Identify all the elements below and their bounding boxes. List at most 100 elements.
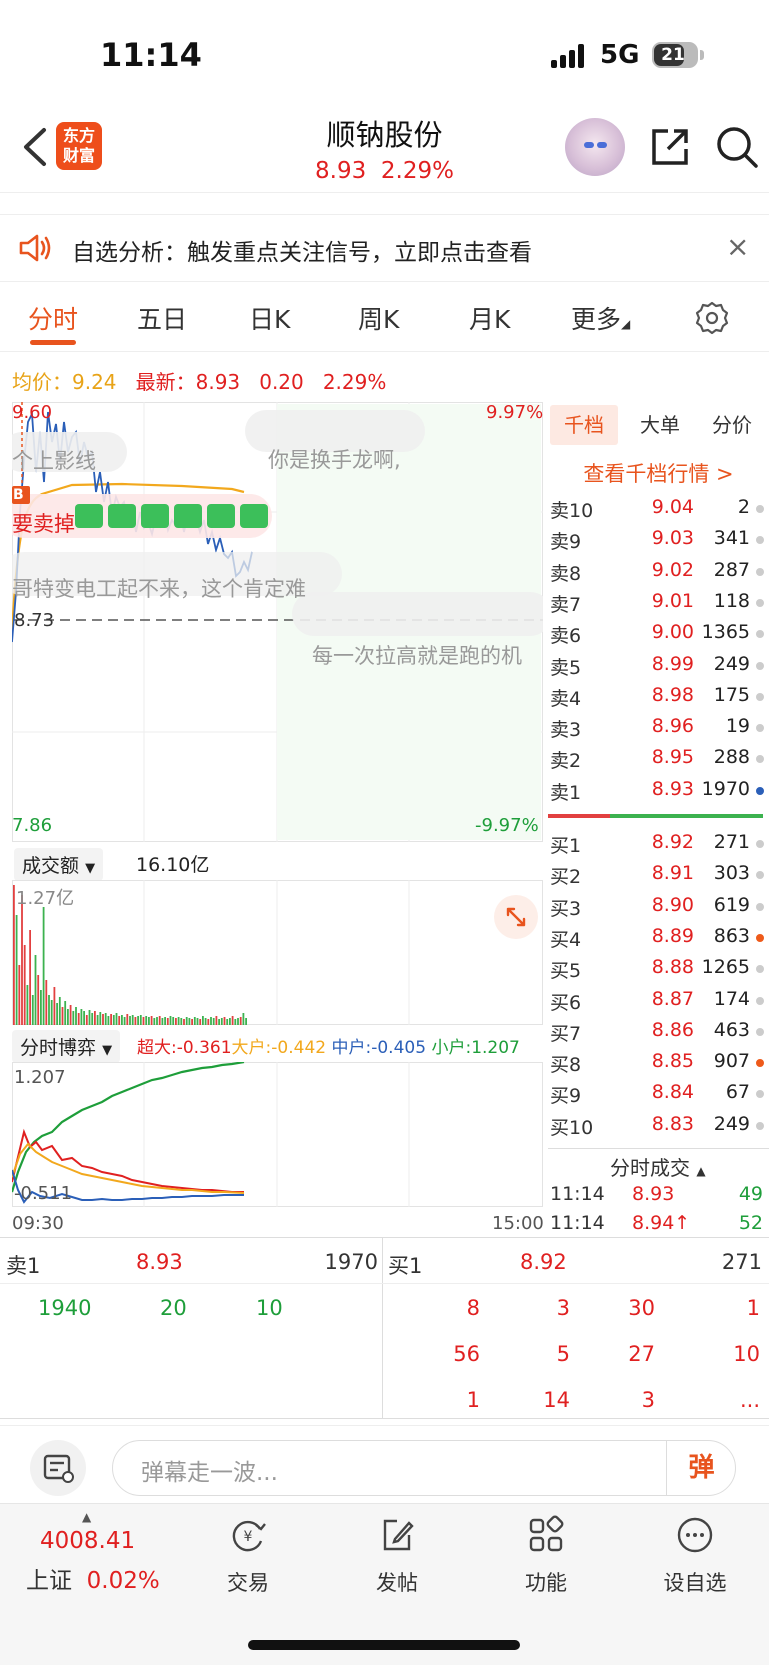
volume-bar: [94, 1011, 96, 1025]
ob-tab-levels[interactable]: 千档: [550, 405, 618, 445]
bid-volume: 174: [713, 987, 750, 1010]
ask-volume: 118: [713, 589, 750, 612]
volume-bar: [234, 1019, 237, 1025]
volume-bar: [193, 1017, 196, 1025]
bid-price: 8.89: [651, 924, 694, 947]
danmu-input[interactable]: 弹幕走一波...: [112, 1440, 736, 1496]
bid-row[interactable]: 买2 8.91 303: [550, 858, 765, 889]
nav-add-watchlist[interactable]: 设自选: [655, 1515, 735, 1597]
bid-row[interactable]: 买5 8.88 1265: [550, 952, 765, 983]
danmu-toggle-button[interactable]: 弹: [666, 1440, 736, 1496]
index-value[interactable]: 4008.41: [40, 1528, 135, 1554]
ask-row[interactable]: 卖4 8.98 175: [550, 680, 765, 711]
view-depth-link[interactable]: 查看千档行情 >: [548, 458, 769, 488]
volume-bar: [88, 1010, 91, 1025]
expand-chart-button[interactable]: [494, 895, 538, 939]
ask-row[interactable]: 卖6 9.00 1365: [550, 617, 765, 648]
money-flow-chart[interactable]: [12, 1062, 543, 1207]
ask-row[interactable]: 卖10 9.04 2: [550, 492, 765, 523]
bid-dot-icon: [756, 840, 764, 848]
price-change-pct: 2.29%: [322, 370, 387, 394]
volume-bar: [26, 985, 29, 1025]
share-icon[interactable]: [648, 125, 692, 169]
volume-bar: [83, 1011, 85, 1025]
volume-bar: [212, 1018, 215, 1025]
bid-row[interactable]: 买4 8.89 863: [550, 921, 765, 952]
game-selector[interactable]: 分时博弈 ▼: [12, 1030, 121, 1063]
tab-weekly-k[interactable]: 周K: [358, 300, 399, 336]
bid-price: 8.91: [651, 862, 694, 885]
more-caret-icon: ◢: [621, 317, 631, 331]
sell-order-cell: 1940: [38, 1296, 92, 1320]
ticks-title[interactable]: 分时成交 ▲: [610, 1152, 706, 1181]
volume-bar: [177, 1017, 180, 1025]
bid-row[interactable]: 买10 8.83 249: [550, 1109, 765, 1140]
banner-close-icon[interactable]: ×: [726, 230, 749, 263]
banner-text[interactable]: 自选分析：触发重点关注信号，立即点击查看: [72, 233, 532, 267]
volume-bar: [204, 1018, 207, 1025]
ask-row[interactable]: 卖7 9.01 118: [550, 586, 765, 617]
buy-order-cell: 8: [466, 1296, 480, 1320]
ask-price: 8.96: [651, 715, 694, 738]
ask-row[interactable]: 卖9 9.03 341: [550, 523, 765, 554]
sell-order-cell: 10: [256, 1296, 283, 1320]
avg-price-label: 均价：: [12, 370, 72, 394]
index-summary[interactable]: 上证 0.02%: [26, 1561, 160, 1595]
ask-dot-icon: [756, 598, 764, 607]
volume-chart[interactable]: [12, 880, 543, 1025]
bid-price: 8.90: [651, 893, 694, 916]
lower-sell-label: 卖1: [6, 1254, 41, 1278]
ask-row[interactable]: 卖3 8.96 19: [550, 711, 765, 742]
bid-row[interactable]: 买6 8.87 174: [550, 984, 765, 1015]
tab-more[interactable]: 更多◢: [571, 300, 630, 336]
tab-daily-k[interactable]: 日K: [249, 300, 290, 336]
bid-row[interactable]: 买9 8.84 67: [550, 1077, 765, 1108]
volume-bar: [137, 1016, 139, 1025]
bid-row[interactable]: 买1 8.92 271: [550, 827, 765, 858]
ask-row[interactable]: 卖2 8.95 288: [550, 742, 765, 773]
bid-row[interactable]: 买7 8.86 463: [550, 1015, 765, 1046]
volume-bar: [156, 1017, 158, 1025]
bid-dot-icon: [756, 1090, 764, 1099]
search-icon[interactable]: [714, 124, 760, 170]
nav-trade[interactable]: ¥ 交易: [208, 1515, 288, 1597]
bid-volume: 907: [713, 1050, 750, 1073]
tab-five-day[interactable]: 五日: [137, 300, 187, 336]
volume-y-top: 1.27亿: [16, 888, 75, 909]
volume-selector[interactable]: 成交额 ▼: [14, 848, 104, 881]
ask-volume: 287: [713, 558, 750, 581]
price-change: 0.20: [259, 370, 304, 394]
bid-row[interactable]: 买3 8.90 619: [550, 890, 765, 921]
volume-bar: [199, 1019, 202, 1025]
buy-signal-tag[interactable]: B: [13, 487, 24, 503]
svg-text:¥: ¥: [244, 1529, 253, 1545]
battery-cap: [700, 50, 704, 60]
ask-label: 卖3: [550, 719, 582, 742]
bid-row[interactable]: 买8 8.85 907: [550, 1046, 765, 1077]
tab-intraday[interactable]: 分时: [28, 300, 78, 336]
volume-bar: [91, 1013, 94, 1025]
chart-pct-top: 9.97%: [486, 402, 544, 423]
game-y-bottom: -0.511: [14, 1183, 73, 1204]
volume-bar: [75, 1007, 77, 1025]
danmaku-4: 哥特变电工起不来，这个肯定难: [12, 577, 306, 601]
ob-tab-big-orders[interactable]: 大单: [626, 405, 694, 445]
nav-functions[interactable]: 功能: [506, 1515, 586, 1597]
nav-post[interactable]: 发帖: [357, 1515, 437, 1597]
volume-bar: [31, 995, 34, 1025]
bid-dot-icon: [756, 933, 764, 942]
sell-order-cell: 20: [160, 1296, 187, 1320]
volume-bar: [21, 895, 23, 1025]
tab-monthly-k[interactable]: 月K: [469, 300, 510, 336]
ask-row[interactable]: 卖8 9.02 287: [550, 555, 765, 586]
volume-bar: [48, 995, 50, 1025]
ob-tab-price-dist[interactable]: 分价: [698, 405, 766, 445]
bid-dot-icon: [756, 1027, 764, 1036]
ai-robot-icon[interactable]: [565, 118, 625, 176]
battery-icon: 21: [652, 42, 698, 68]
gear-icon[interactable]: [694, 300, 730, 336]
buy-order-cell: 27: [628, 1342, 655, 1366]
ask-row[interactable]: 卖1 8.93 1970: [550, 774, 765, 805]
ask-row[interactable]: 卖5 8.99 249: [550, 649, 765, 680]
danmu-settings-button[interactable]: [30, 1440, 86, 1496]
